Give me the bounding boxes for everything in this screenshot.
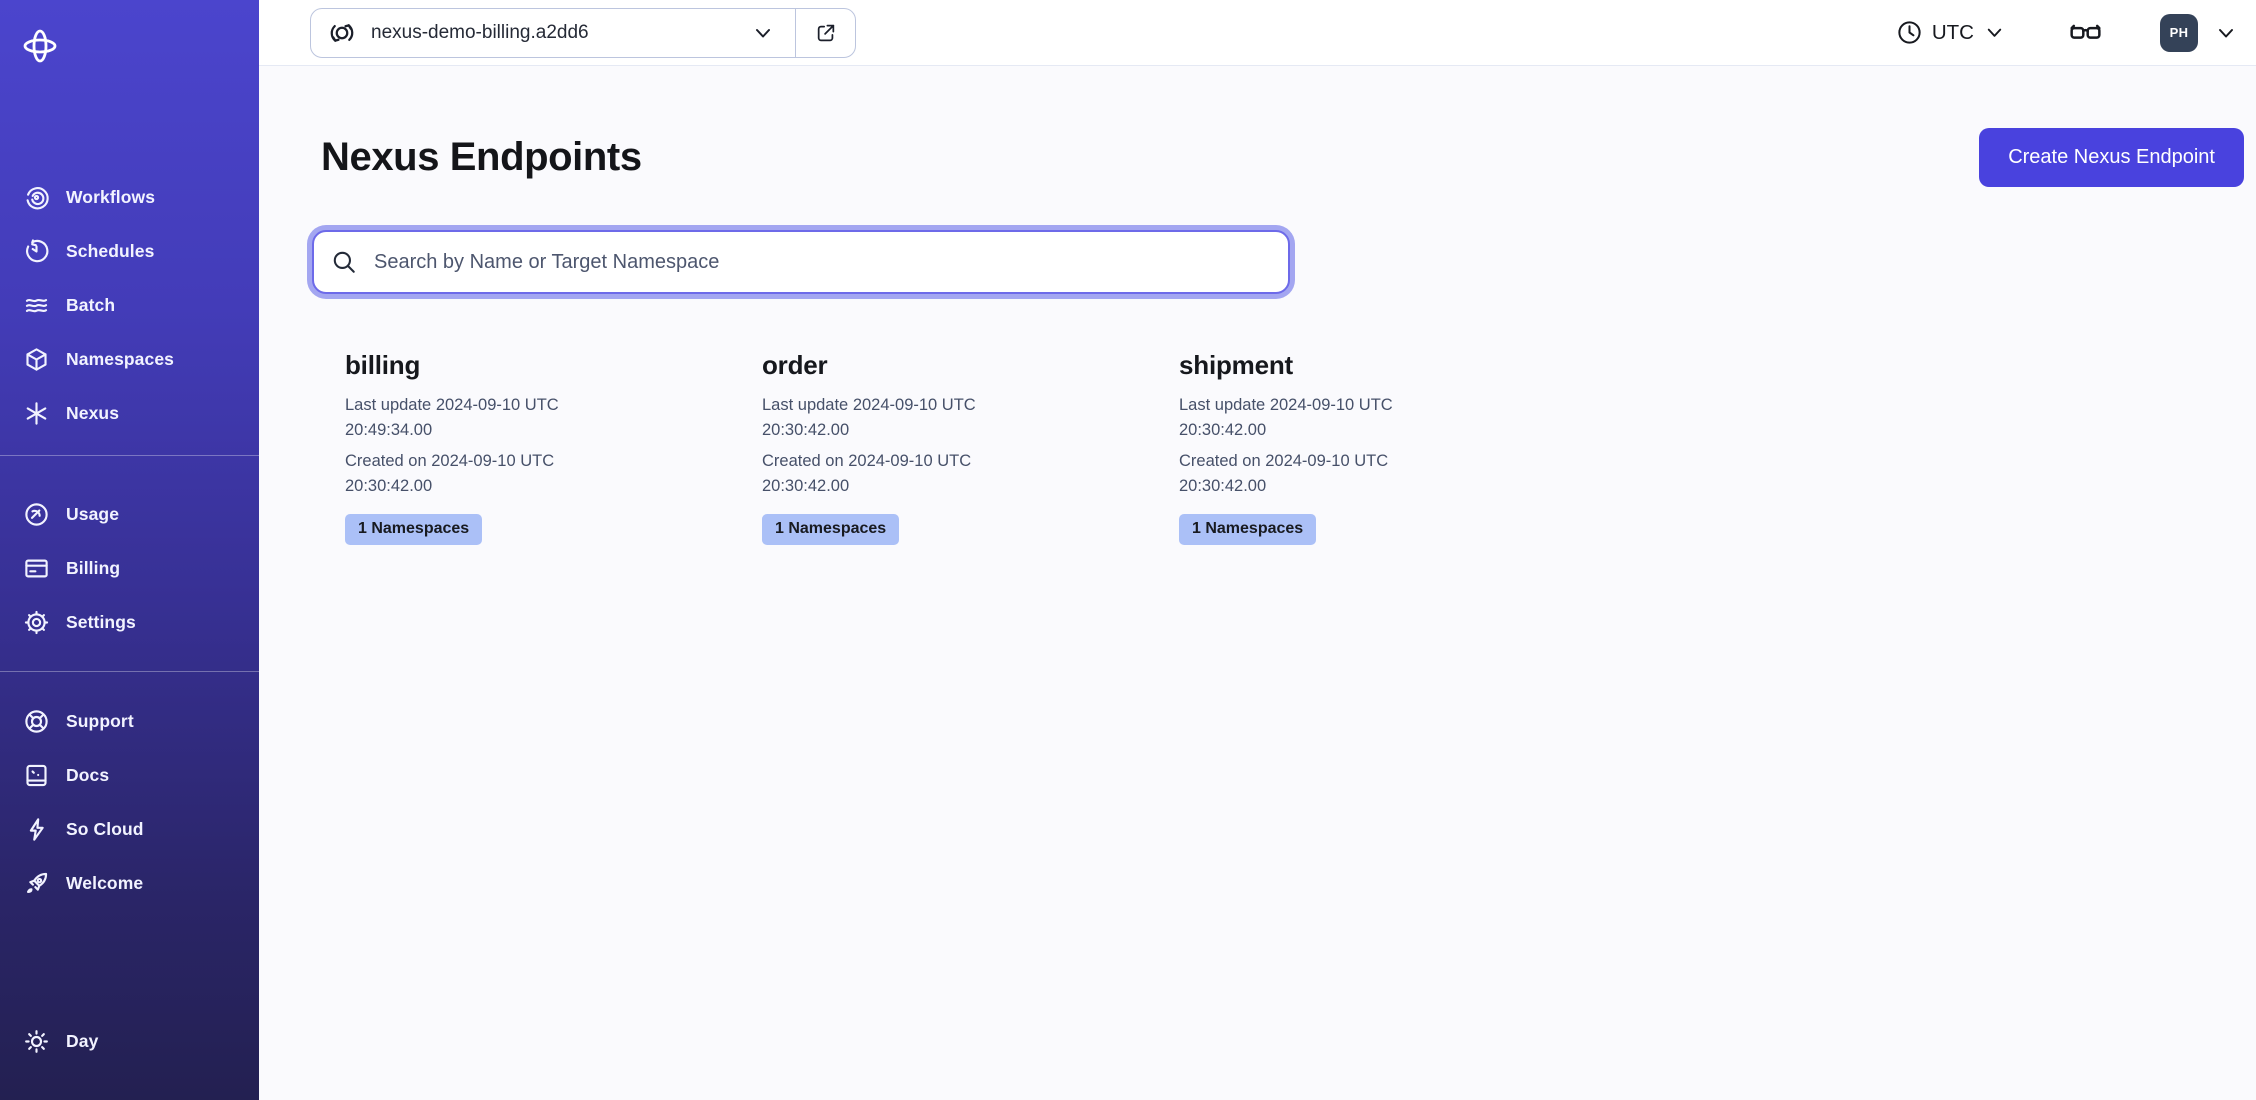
clock-icon	[1896, 19, 1923, 46]
avatar-initials: PH	[2169, 25, 2189, 40]
workflows-icon	[23, 184, 50, 211]
sun-icon	[23, 1028, 50, 1055]
labs-mode-button[interactable]	[2068, 15, 2103, 50]
namespaces-badge: 1 Namespaces	[345, 514, 483, 545]
namespace-name: nexus-demo-billing.a2dd6	[371, 21, 589, 43]
page-title: Nexus Endpoints	[321, 135, 642, 179]
sidebar-item-billing[interactable]: Billing	[0, 541, 259, 595]
temporal-logo[interactable]	[0, 0, 259, 66]
schedules-icon	[23, 238, 50, 265]
sidebar-item-label: Support	[66, 710, 134, 731]
chevron-down-icon	[751, 21, 775, 45]
sidebar-item-welcome[interactable]: Welcome	[0, 856, 259, 910]
endpoint-last-update: Last update 2024-09-10 UTC 20:30:42.00	[1179, 393, 1596, 443]
welcome-icon	[23, 870, 50, 897]
sidebar-item-workflows[interactable]: Workflows	[0, 170, 259, 224]
socloud-icon	[23, 816, 50, 843]
sidebar-item-support[interactable]: Support	[0, 694, 259, 748]
sidebar-item-label: Usage	[66, 503, 120, 524]
sidebar-nav-help: Support Docs So Cloud Welcome	[0, 671, 259, 910]
created-line1: Created on 2024-09-10 UTC	[1179, 452, 1389, 470]
sidebar-item-schedules[interactable]: Schedules	[0, 224, 259, 278]
page-header: Nexus Endpoints Create Nexus Endpoint	[321, 128, 2244, 187]
last-update-line2: 20:30:42.00	[762, 421, 850, 439]
namespace-selector: nexus-demo-billing.a2dd6	[310, 7, 856, 58]
sidebar-item-settings[interactable]: Settings	[0, 595, 259, 649]
endpoint-name: order	[762, 350, 828, 380]
support-icon	[23, 708, 50, 735]
theme-toggle-label: Day	[66, 1030, 99, 1051]
search-wrap	[312, 230, 1290, 294]
endpoint-created: Created on 2024-09-10 UTC 20:30:42.00	[1179, 449, 1596, 499]
created-line1: Created on 2024-09-10 UTC	[762, 452, 972, 470]
sidebar-item-label: Namespaces	[66, 348, 175, 369]
sidebar-nav-account: Usage Billing Settings	[0, 455, 259, 649]
sidebar-item-nexus[interactable]: Nexus	[0, 386, 259, 440]
user-menu-chevron[interactable]	[2214, 21, 2238, 45]
glasses-icon	[2068, 15, 2103, 50]
endpoint-card-shipment[interactable]: shipment Last update 2024-09-10 UTC 20:3…	[1179, 350, 1596, 545]
endpoint-card-billing[interactable]: billing Last update 2024-09-10 UTC 20:49…	[345, 350, 762, 545]
sidebar: Workflows Schedules Batch Namespaces Nex…	[0, 0, 259, 1100]
endpoint-name: shipment	[1179, 350, 1293, 380]
endpoint-name: billing	[345, 350, 421, 380]
theme-toggle-day[interactable]: Day	[0, 1014, 259, 1068]
namespace-open-button[interactable]	[795, 8, 855, 57]
created-line2: 20:30:42.00	[1179, 477, 1267, 495]
sidebar-item-docs[interactable]: Docs	[0, 748, 259, 802]
sidebar-item-label: Docs	[66, 764, 110, 785]
external-link-icon	[815, 22, 837, 44]
last-update-line2: 20:49:34.00	[345, 421, 433, 439]
nexus-icon	[23, 400, 50, 427]
topbar-right: UTC PH	[1896, 13, 2238, 52]
usage-icon	[23, 501, 50, 528]
sidebar-item-label: Settings	[66, 611, 136, 632]
chevron-down-icon	[1983, 21, 2006, 44]
sidebar-item-label: Workflows	[66, 186, 156, 207]
created-line2: 20:30:42.00	[762, 477, 850, 495]
sidebar-item-namespaces[interactable]: Namespaces	[0, 332, 259, 386]
sidebar-item-so-cloud[interactable]: So Cloud	[0, 802, 259, 856]
user-avatar[interactable]: PH	[2160, 13, 2198, 52]
batch-icon	[23, 292, 50, 319]
endpoint-cards: billing Last update 2024-09-10 UTC 20:49…	[345, 350, 2256, 545]
endpoint-created: Created on 2024-09-10 UTC 20:30:42.00	[762, 449, 1179, 499]
search-input[interactable]	[312, 230, 1290, 294]
endpoint-last-update: Last update 2024-09-10 UTC 20:49:34.00	[345, 393, 762, 443]
sidebar-item-label: Billing	[66, 557, 121, 578]
sidebar-item-label: So Cloud	[66, 818, 144, 839]
content: Nexus Endpoints Create Nexus Endpoint bi…	[259, 66, 2256, 1100]
sidebar-item-usage[interactable]: Usage	[0, 487, 259, 541]
sidebar-nav-main: Workflows Schedules Batch Namespaces Nex…	[0, 170, 259, 440]
namespace-selector-button[interactable]: nexus-demo-billing.a2dd6	[311, 9, 795, 57]
namespace-switcher-icon	[327, 18, 357, 48]
last-update-line2: 20:30:42.00	[1179, 421, 1267, 439]
last-update-line1: Last update 2024-09-10 UTC	[1179, 396, 1393, 414]
settings-icon	[23, 609, 50, 636]
main-column: nexus-demo-billing.a2dd6 UTC PH Nexus En…	[259, 0, 2256, 1100]
sidebar-item-label: Schedules	[66, 240, 155, 261]
timezone-selector[interactable]: UTC	[1896, 19, 2006, 46]
docs-icon	[23, 762, 50, 789]
endpoint-created: Created on 2024-09-10 UTC 20:30:42.00	[345, 449, 762, 499]
namespaces-badge: 1 Namespaces	[1179, 514, 1317, 545]
billing-icon	[23, 555, 50, 582]
topbar: nexus-demo-billing.a2dd6 UTC PH	[259, 0, 2256, 66]
created-line1: Created on 2024-09-10 UTC	[345, 452, 555, 470]
last-update-line1: Last update 2024-09-10 UTC	[762, 396, 976, 414]
sidebar-item-label: Nexus	[66, 402, 120, 423]
timezone-label: UTC	[1931, 20, 1974, 44]
sidebar-item-label: Batch	[66, 294, 116, 315]
create-nexus-endpoint-button[interactable]: Create Nexus Endpoint	[1979, 128, 2244, 187]
namespaces-icon	[23, 346, 50, 373]
endpoint-last-update: Last update 2024-09-10 UTC 20:30:42.00	[762, 393, 1179, 443]
sidebar-item-batch[interactable]: Batch	[0, 278, 259, 332]
sidebar-item-label: Welcome	[66, 872, 144, 893]
created-line2: 20:30:42.00	[345, 477, 433, 495]
last-update-line1: Last update 2024-09-10 UTC	[345, 396, 559, 414]
namespaces-badge: 1 Namespaces	[762, 514, 900, 545]
endpoint-card-order[interactable]: order Last update 2024-09-10 UTC 20:30:4…	[762, 350, 1179, 545]
